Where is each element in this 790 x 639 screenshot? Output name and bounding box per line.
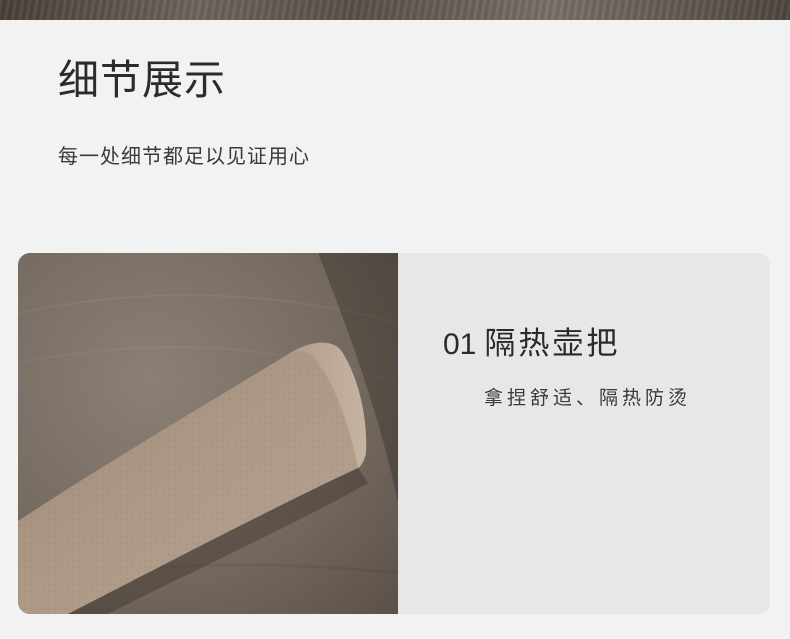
top-product-image-strip [0,0,790,20]
feature-card: 01 隔热壶把 拿捏舒适、隔热防烫 [18,253,770,614]
section-title: 细节展示 [58,56,226,104]
feature-text: 01 隔热壶把 拿捏舒适、隔热防烫 [398,253,770,614]
detail-showcase-page: 细节展示 每一处细节都足以见证用心 01 隔热壶把 拿捏舒适、隔热防烫 [0,0,790,639]
feature-number: 01 [443,328,477,361]
feature-name: 隔热壶把 [484,326,621,362]
feature-description: 拿捏舒适、隔热防烫 [484,387,692,409]
feature-title: 01 隔热壶把 [443,329,620,360]
handle-illustration [18,253,398,614]
section-subtitle: 每一处细节都足以见证用心 [58,144,310,168]
teapot-handle-photo [18,253,398,614]
